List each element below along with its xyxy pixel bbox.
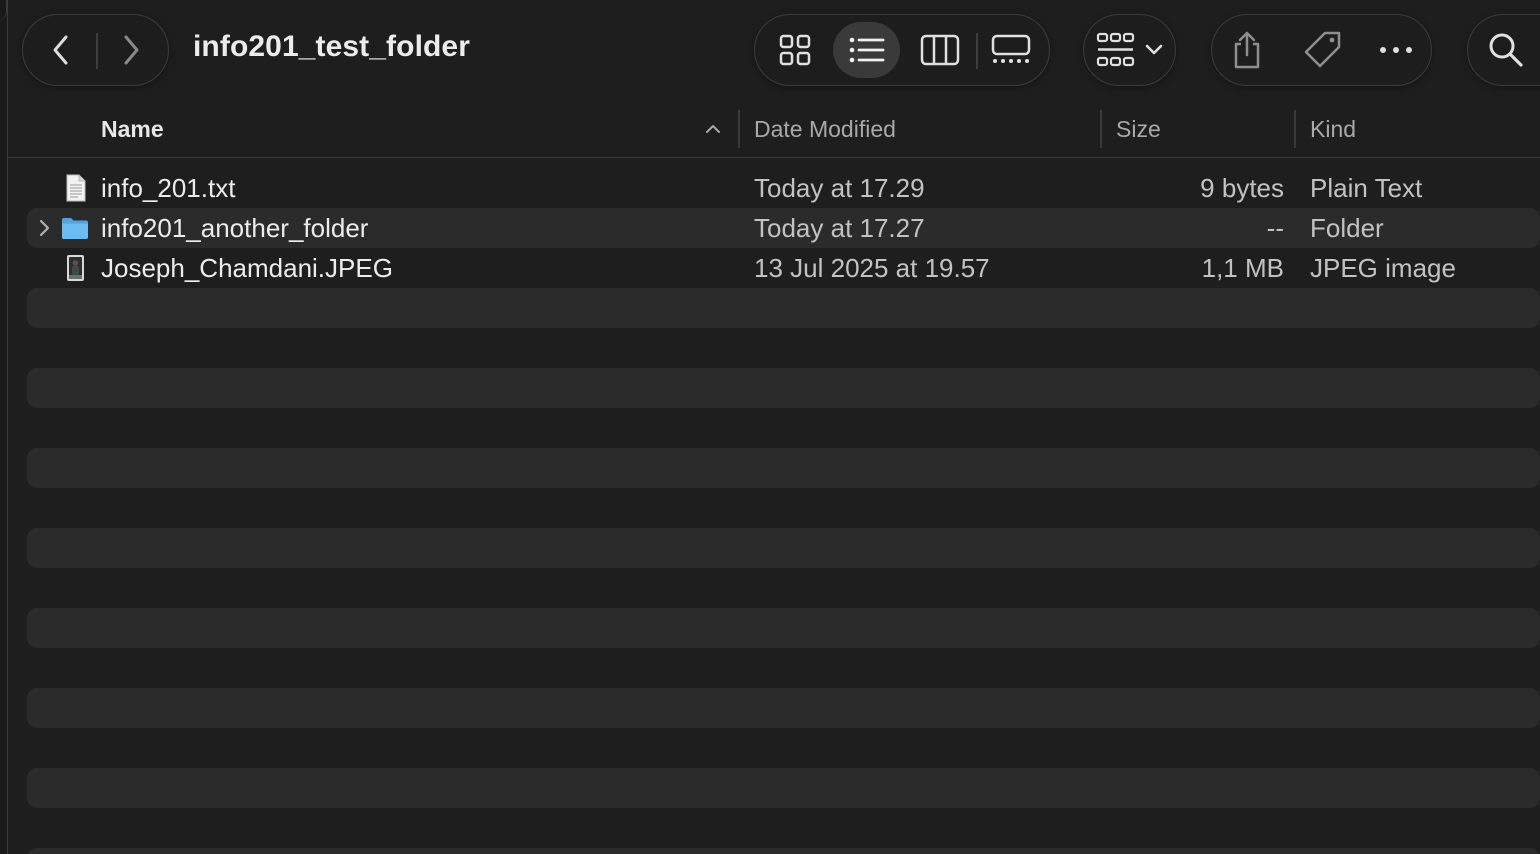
- list-view-button[interactable]: [843, 15, 891, 85]
- column-header: Name Date Modified Size Kind: [8, 100, 1540, 158]
- gallery-view-button[interactable]: [987, 15, 1035, 85]
- file-row[interactable]: info201_another_folder Today at 17.27 --…: [27, 208, 1540, 248]
- empty-row: [27, 848, 1540, 854]
- file-date: Today at 17.27: [754, 213, 925, 243]
- search-icon: [1489, 33, 1523, 67]
- column-size-header[interactable]: Size: [1116, 116, 1161, 143]
- file-size: 1,1 MB: [1201, 253, 1284, 283]
- empty-row: [27, 608, 1540, 648]
- empty-row: [27, 528, 1540, 568]
- file-row[interactable]: info_201.txt Today at 17.29 9 bytes Plai…: [27, 168, 1540, 208]
- group-by-menu[interactable]: [1083, 14, 1176, 86]
- file-size: --: [1266, 213, 1284, 243]
- column-divider[interactable]: [1100, 110, 1102, 148]
- sort-ascending-icon[interactable]: [705, 124, 721, 134]
- chevron-left-icon: [53, 35, 68, 65]
- file-name: Joseph_Chamdani.JPEG: [101, 253, 393, 283]
- icon-view-icon: [779, 34, 811, 66]
- icon-view-button[interactable]: [771, 15, 819, 85]
- empty-row: [27, 808, 1540, 848]
- text-file-icon: [66, 174, 86, 202]
- empty-row: [27, 688, 1540, 728]
- column-date-header[interactable]: Date Modified: [754, 116, 896, 143]
- file-kind: Folder: [1310, 213, 1384, 243]
- navigation-group: [22, 14, 169, 86]
- empty-row: [27, 408, 1540, 448]
- action-group: [1211, 14, 1432, 86]
- empty-row: [27, 328, 1540, 368]
- file-date: Today at 17.29: [754, 173, 925, 203]
- empty-row: [27, 448, 1540, 488]
- empty-row: [27, 368, 1540, 408]
- empty-row: [27, 488, 1540, 528]
- share-icon: [1234, 31, 1260, 69]
- toolbar: info201_test_folder: [0, 0, 1540, 100]
- share-button[interactable]: [1226, 15, 1268, 85]
- image-file-icon: [67, 255, 84, 281]
- file-size: 9 bytes: [1200, 173, 1284, 203]
- empty-row: [27, 288, 1540, 328]
- column-view-icon: [920, 34, 960, 66]
- folder-icon: [62, 218, 88, 239]
- file-list: info_201.txt Today at 17.29 9 bytes Plai…: [27, 168, 1540, 854]
- group-by-dropdown[interactable]: [1142, 15, 1166, 85]
- empty-row: [27, 768, 1540, 808]
- search-group: [1467, 14, 1540, 86]
- chevron-down-icon: [1145, 44, 1163, 55]
- forward-button[interactable]: [111, 15, 151, 85]
- group-by-icon: [1096, 32, 1135, 67]
- column-view-button[interactable]: [915, 15, 965, 85]
- view-mode-group: [754, 14, 1050, 86]
- file-row[interactable]: Joseph_Chamdani.JPEG 13 Jul 2025 at 19.5…: [27, 248, 1540, 288]
- column-kind-header[interactable]: Kind: [1310, 116, 1356, 143]
- gallery-view-icon: [991, 34, 1031, 63]
- empty-row: [27, 728, 1540, 768]
- tag-icon: [1304, 31, 1341, 68]
- empty-row: [27, 568, 1540, 608]
- column-divider[interactable]: [1294, 110, 1296, 148]
- column-name-header[interactable]: Name: [101, 116, 164, 143]
- file-kind: Plain Text: [1310, 173, 1423, 203]
- chevron-right-icon: [124, 35, 139, 65]
- file-name: info_201.txt: [101, 173, 236, 203]
- file-name: info201_another_folder: [101, 213, 369, 243]
- sidebar-edge: [0, 0, 8, 854]
- group-by-button[interactable]: [1094, 15, 1138, 85]
- disclosure-triangle-icon[interactable]: [37, 218, 53, 238]
- window-title: info201_test_folder: [193, 30, 470, 63]
- file-date: 13 Jul 2025 at 19.57: [754, 253, 990, 283]
- view-separator: [976, 33, 978, 69]
- file-kind: JPEG image: [1310, 253, 1456, 283]
- empty-row: [27, 648, 1540, 688]
- list-view-icon: [849, 37, 885, 63]
- tag-button[interactable]: [1300, 15, 1346, 85]
- column-divider[interactable]: [738, 110, 740, 148]
- more-button[interactable]: [1374, 15, 1418, 85]
- nav-separator: [96, 33, 98, 69]
- search-button[interactable]: [1484, 15, 1528, 85]
- more-icon: [1380, 47, 1412, 53]
- back-button[interactable]: [41, 15, 81, 85]
